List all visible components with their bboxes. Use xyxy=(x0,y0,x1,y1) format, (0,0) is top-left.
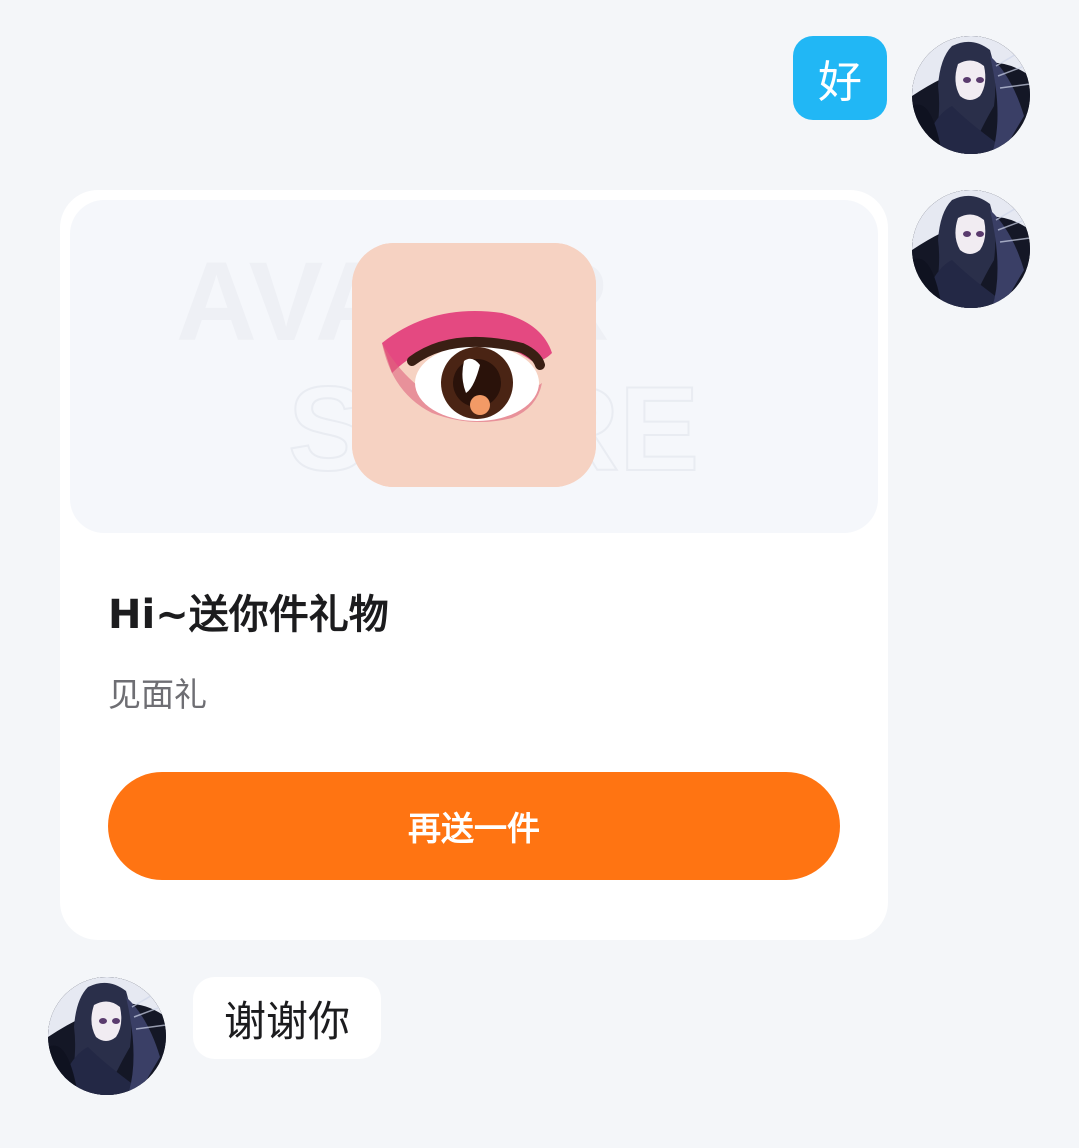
received-message-bubble[interactable]: 谢谢你 xyxy=(193,977,381,1059)
gift-preview: AVATAR STORE xyxy=(70,200,878,533)
received-message-text: 谢谢你 xyxy=(223,996,350,1046)
user-avatar-top[interactable] xyxy=(912,36,1030,154)
gift-card[interactable]: AVATAR STORE Hi~送你件礼物 见面礼 再送一件 xyxy=(60,190,888,940)
gift-subtitle: 见面礼 xyxy=(108,675,207,714)
sent-message-bubble[interactable]: 好 xyxy=(793,36,887,120)
gift-eye-image xyxy=(352,243,596,487)
user-avatar-gift[interactable] xyxy=(912,190,1030,308)
send-again-label: 再送一件 xyxy=(408,809,540,848)
gift-title: Hi~送你件礼物 xyxy=(108,592,389,638)
send-again-button[interactable]: 再送一件 xyxy=(108,772,840,880)
contact-avatar[interactable] xyxy=(48,977,166,1095)
sent-message-text: 好 xyxy=(818,57,862,108)
